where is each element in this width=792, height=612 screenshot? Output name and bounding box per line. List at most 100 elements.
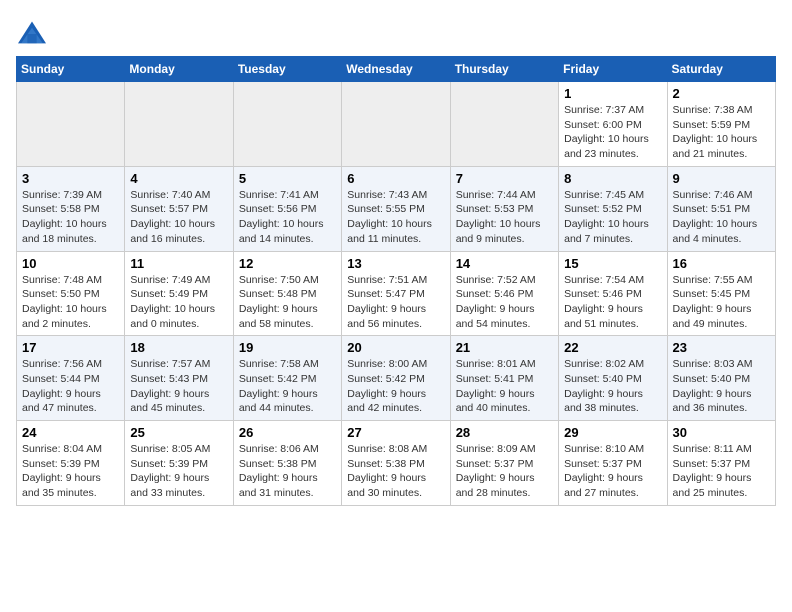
day-number: 30: [673, 425, 770, 440]
day-number: 19: [239, 340, 336, 355]
calendar-day-cell: 5 Sunrise: 7:41 AM Sunset: 5:56 PM Daylig…: [233, 166, 341, 251]
day-number: 16: [673, 256, 770, 271]
day-number: 3: [22, 171, 119, 186]
calendar-week-row: 10 Sunrise: 7:48 AM Sunset: 5:50 PM Dayli…: [17, 251, 776, 336]
day-number: 8: [564, 171, 661, 186]
day-number: 14: [456, 256, 553, 271]
calendar-day-cell: 18 Sunrise: 7:57 AM Sunset: 5:43 PM Dayli…: [125, 336, 233, 421]
calendar-day-cell: [17, 82, 125, 167]
day-number: 20: [347, 340, 444, 355]
calendar-week-row: 17 Sunrise: 7:56 AM Sunset: 5:44 PM Dayli…: [17, 336, 776, 421]
calendar-day-cell: 29 Sunrise: 8:10 AM Sunset: 5:37 PM Dayli…: [559, 421, 667, 506]
day-number: 12: [239, 256, 336, 271]
calendar-day-cell: 26 Sunrise: 8:06 AM Sunset: 5:38 PM Dayli…: [233, 421, 341, 506]
day-number: 18: [130, 340, 227, 355]
calendar-day-cell: 22 Sunrise: 8:02 AM Sunset: 5:40 PM Dayli…: [559, 336, 667, 421]
day-info: Sunrise: 7:43 AM Sunset: 5:55 PM Dayligh…: [347, 188, 444, 247]
day-number: 10: [22, 256, 119, 271]
calendar-day-cell: 10 Sunrise: 7:48 AM Sunset: 5:50 PM Dayli…: [17, 251, 125, 336]
day-info: Sunrise: 7:44 AM Sunset: 5:53 PM Dayligh…: [456, 188, 553, 247]
calendar-day-cell: [125, 82, 233, 167]
day-number: 25: [130, 425, 227, 440]
day-number: 15: [564, 256, 661, 271]
day-number: 29: [564, 425, 661, 440]
day-info: Sunrise: 8:08 AM Sunset: 5:38 PM Dayligh…: [347, 442, 444, 501]
calendar-day-cell: 11 Sunrise: 7:49 AM Sunset: 5:49 PM Dayli…: [125, 251, 233, 336]
day-info: Sunrise: 8:00 AM Sunset: 5:42 PM Dayligh…: [347, 357, 444, 416]
page-header: [16, 16, 776, 48]
calendar-day-cell: 12Sunrise: 7:50 AM Sunset: 5:48 PM Dayli…: [233, 251, 341, 336]
calendar-day-cell: 19 Sunrise: 7:58 AM Sunset: 5:42 PM Dayli…: [233, 336, 341, 421]
calendar-day-cell: [450, 82, 558, 167]
day-info: Sunrise: 7:37 AM Sunset: 6:00 PM Dayligh…: [564, 103, 661, 162]
day-info: Sunrise: 7:46 AM Sunset: 5:51 PM Dayligh…: [673, 188, 770, 247]
calendar-day-cell: 25 Sunrise: 8:05 AM Sunset: 5:39 PM Dayli…: [125, 421, 233, 506]
day-info: Sunrise: 7:54 AM Sunset: 5:46 PM Dayligh…: [564, 273, 661, 332]
day-info: Sunrise: 7:49 AM Sunset: 5:49 PM Dayligh…: [130, 273, 227, 332]
calendar-day-cell: 13Sunrise: 7:51 AM Sunset: 5:47 PM Dayli…: [342, 251, 450, 336]
day-number: 6: [347, 171, 444, 186]
calendar-day-cell: 21Sunrise: 8:01 AM Sunset: 5:41 PM Dayli…: [450, 336, 558, 421]
day-info: Sunrise: 7:41 AM Sunset: 5:56 PM Dayligh…: [239, 188, 336, 247]
day-number: 7: [456, 171, 553, 186]
day-number: 17: [22, 340, 119, 355]
calendar-table: SundayMondayTuesdayWednesdayThursdayFrid…: [16, 56, 776, 506]
day-number: 13: [347, 256, 444, 271]
calendar-week-row: 1 Sunrise: 7:37 AM Sunset: 6:00 PM Daylig…: [17, 82, 776, 167]
calendar-day-cell: 28Sunrise: 8:09 AM Sunset: 5:37 PM Dayli…: [450, 421, 558, 506]
day-info: Sunrise: 8:10 AM Sunset: 5:37 PM Dayligh…: [564, 442, 661, 501]
day-info: Sunrise: 7:40 AM Sunset: 5:57 PM Dayligh…: [130, 188, 227, 247]
calendar-day-cell: 4 Sunrise: 7:40 AM Sunset: 5:57 PM Daylig…: [125, 166, 233, 251]
logo-icon: [16, 20, 48, 48]
calendar-day-cell: 8 Sunrise: 7:45 AM Sunset: 5:52 PM Daylig…: [559, 166, 667, 251]
calendar-day-cell: 14Sunrise: 7:52 AM Sunset: 5:46 PM Dayli…: [450, 251, 558, 336]
day-info: Sunrise: 8:03 AM Sunset: 5:40 PM Dayligh…: [673, 357, 770, 416]
calendar-day-cell: 2 Sunrise: 7:38 AM Sunset: 5:59 PM Daylig…: [667, 82, 775, 167]
weekday-header-sunday: Sunday: [17, 57, 125, 82]
calendar-day-cell: [233, 82, 341, 167]
day-info: Sunrise: 8:06 AM Sunset: 5:38 PM Dayligh…: [239, 442, 336, 501]
day-info: Sunrise: 7:55 AM Sunset: 5:45 PM Dayligh…: [673, 273, 770, 332]
day-info: Sunrise: 8:05 AM Sunset: 5:39 PM Dayligh…: [130, 442, 227, 501]
day-number: 21: [456, 340, 553, 355]
day-info: Sunrise: 7:58 AM Sunset: 5:42 PM Dayligh…: [239, 357, 336, 416]
calendar-day-cell: 20 Sunrise: 8:00 AM Sunset: 5:42 PM Dayli…: [342, 336, 450, 421]
day-info: Sunrise: 8:04 AM Sunset: 5:39 PM Dayligh…: [22, 442, 119, 501]
calendar-day-cell: 30 Sunrise: 8:11 AM Sunset: 5:37 PM Dayli…: [667, 421, 775, 506]
calendar-day-cell: 7 Sunrise: 7:44 AM Sunset: 5:53 PM Daylig…: [450, 166, 558, 251]
day-info: Sunrise: 7:48 AM Sunset: 5:50 PM Dayligh…: [22, 273, 119, 332]
calendar-week-row: 24 Sunrise: 8:04 AM Sunset: 5:39 PM Dayli…: [17, 421, 776, 506]
calendar-day-cell: 23Sunrise: 8:03 AM Sunset: 5:40 PM Dayli…: [667, 336, 775, 421]
calendar-day-cell: 1 Sunrise: 7:37 AM Sunset: 6:00 PM Daylig…: [559, 82, 667, 167]
day-number: 11: [130, 256, 227, 271]
day-info: Sunrise: 8:02 AM Sunset: 5:40 PM Dayligh…: [564, 357, 661, 416]
calendar-day-cell: 16 Sunrise: 7:55 AM Sunset: 5:45 PM Dayli…: [667, 251, 775, 336]
calendar-day-cell: 3 Sunrise: 7:39 AM Sunset: 5:58 PM Daylig…: [17, 166, 125, 251]
day-info: Sunrise: 8:09 AM Sunset: 5:37 PM Dayligh…: [456, 442, 553, 501]
calendar-day-cell: 15 Sunrise: 7:54 AM Sunset: 5:46 PM Dayli…: [559, 251, 667, 336]
calendar-day-cell: 17 Sunrise: 7:56 AM Sunset: 5:44 PM Dayli…: [17, 336, 125, 421]
day-number: 1: [564, 86, 661, 101]
day-info: Sunrise: 7:39 AM Sunset: 5:58 PM Dayligh…: [22, 188, 119, 247]
day-number: 9: [673, 171, 770, 186]
calendar-day-cell: [342, 82, 450, 167]
day-info: Sunrise: 8:11 AM Sunset: 5:37 PM Dayligh…: [673, 442, 770, 501]
day-info: Sunrise: 7:45 AM Sunset: 5:52 PM Dayligh…: [564, 188, 661, 247]
weekday-header-friday: Friday: [559, 57, 667, 82]
day-number: 26: [239, 425, 336, 440]
weekday-header-tuesday: Tuesday: [233, 57, 341, 82]
day-number: 2: [673, 86, 770, 101]
weekday-header-thursday: Thursday: [450, 57, 558, 82]
calendar-week-row: 3 Sunrise: 7:39 AM Sunset: 5:58 PM Daylig…: [17, 166, 776, 251]
day-info: Sunrise: 7:56 AM Sunset: 5:44 PM Dayligh…: [22, 357, 119, 416]
weekday-header-row: SundayMondayTuesdayWednesdayThursdayFrid…: [17, 57, 776, 82]
day-info: Sunrise: 7:38 AM Sunset: 5:59 PM Dayligh…: [673, 103, 770, 162]
day-number: 5: [239, 171, 336, 186]
day-info: Sunrise: 7:57 AM Sunset: 5:43 PM Dayligh…: [130, 357, 227, 416]
calendar-day-cell: 24 Sunrise: 8:04 AM Sunset: 5:39 PM Dayli…: [17, 421, 125, 506]
day-number: 4: [130, 171, 227, 186]
day-number: 24: [22, 425, 119, 440]
calendar-day-cell: 9 Sunrise: 7:46 AM Sunset: 5:51 PM Daylig…: [667, 166, 775, 251]
day-number: 22: [564, 340, 661, 355]
weekday-header-saturday: Saturday: [667, 57, 775, 82]
